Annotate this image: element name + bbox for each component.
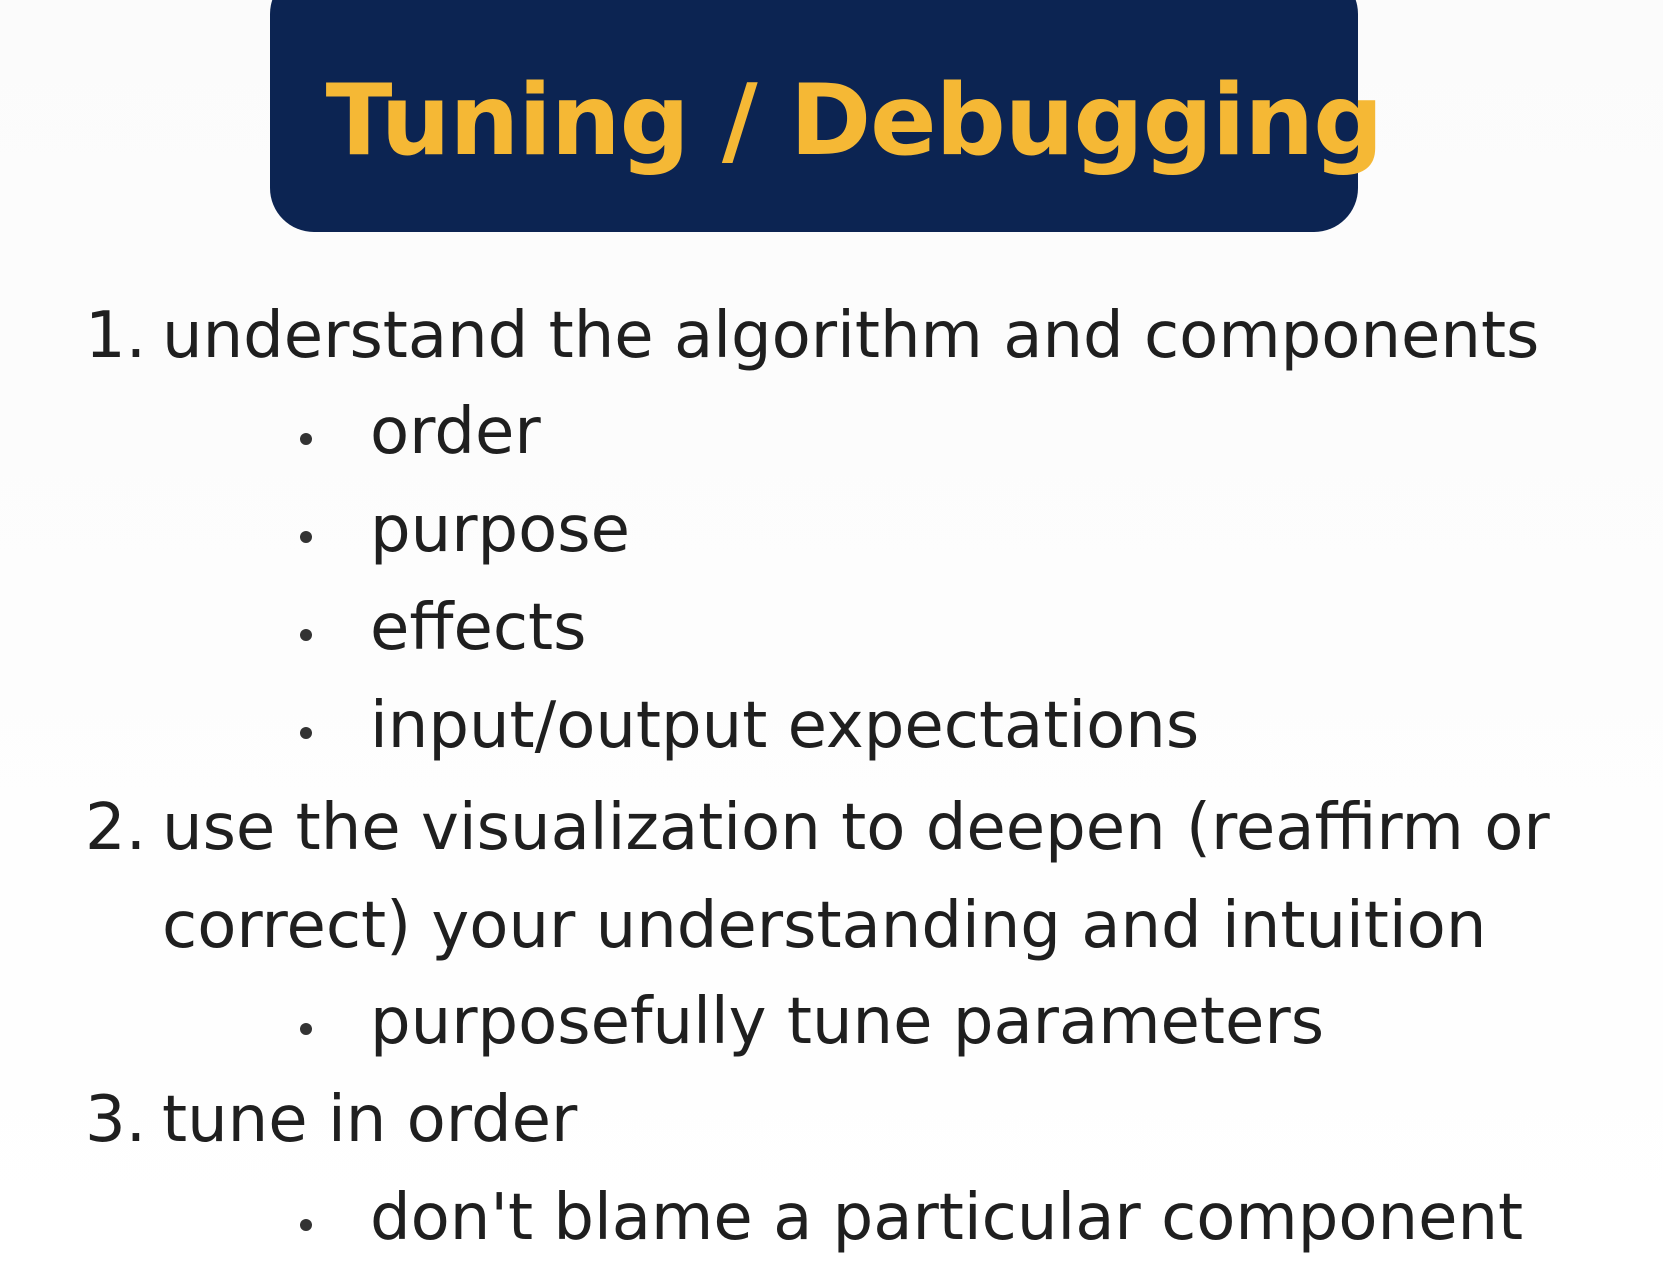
bullet-dot — [300, 531, 312, 543]
bullet-dot — [300, 433, 312, 445]
list-number-3: 3. — [85, 1083, 147, 1157]
bullet-input-output: input/output expectations — [370, 689, 1200, 763]
slide-title: Tuning / Debugging — [325, 64, 1384, 178]
list-item-3-text: tune in order — [162, 1083, 578, 1157]
slide: Tuning / Debugging 1. understand the alg… — [0, 0, 1663, 1265]
bullet-dot — [300, 1023, 312, 1035]
bullet-dot — [300, 629, 312, 641]
list-number-1: 1. — [85, 299, 147, 373]
list-item-1-text: understand the algorithm and components — [162, 299, 1540, 373]
list-item-2-text-line1: use the visualization to deepen (reaffir… — [162, 791, 1550, 865]
bullet-order: order — [370, 395, 541, 469]
bullet-purpose: purpose — [370, 493, 630, 567]
list-number-2: 2. — [85, 791, 147, 865]
bullet-tune-parameters: purposefully tune parameters — [370, 985, 1325, 1059]
bullet-dont-blame: don't blame a particular component — [370, 1181, 1524, 1255]
list-item-2-text-line2: correct) your understanding and intuitio… — [162, 889, 1487, 963]
bullet-dot — [300, 727, 312, 739]
bullet-dot — [300, 1219, 312, 1231]
bullet-effects: effects — [370, 591, 587, 665]
title-banner: Tuning / Debugging — [270, 0, 1383, 232]
